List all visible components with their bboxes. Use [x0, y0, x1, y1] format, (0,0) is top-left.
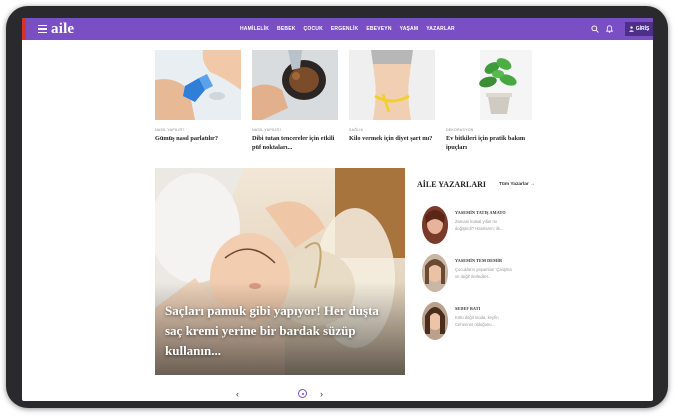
- header-icons: [591, 18, 613, 40]
- avatar[interactable]: [422, 302, 448, 340]
- author-excerpt: Kötü değil moda, keyfin: [455, 315, 499, 320]
- hero-title[interactable]: Saçları pamuk gibi yapıyor! Her duşta sa…: [165, 301, 397, 361]
- author-item[interactable]: YASEMİN TATIŞ AMATO Zamanı kutsal yıllar…: [422, 206, 542, 246]
- author-item[interactable]: YASEMİN TEM DEMİR Çocukların yaşamları '…: [422, 254, 542, 294]
- sidebar-heading: AİLE YAZARLARI: [417, 180, 486, 189]
- brand[interactable]: aile: [38, 18, 74, 40]
- article-card[interactable]: DEKORASYON Ev bitkileri için pratik bakı…: [446, 50, 532, 152]
- nav-item-yazarlar[interactable]: YAZARLAR: [426, 26, 455, 32]
- nav-item-cocuk[interactable]: ÇOCUK: [304, 26, 323, 32]
- article-title[interactable]: Dibi tutan tencereler için etkili püf no…: [252, 134, 338, 152]
- article-category: NASIL YAPILIR?: [155, 128, 185, 132]
- author-name[interactable]: SEDEF BATI: [455, 306, 480, 311]
- article-thumbnail[interactable]: [349, 50, 435, 120]
- red-edge-strip: [22, 18, 26, 40]
- browser-screen: aile HAMİLELİK BEBEK ÇOCUK ERGENLİK EBEV…: [22, 18, 653, 401]
- slider-pager: ‹ ›: [232, 388, 332, 400]
- article-card[interactable]: NASIL YAPILIR? Gümüş nasıl parlatılır?: [155, 50, 241, 143]
- nav-item-yasam[interactable]: YAŞAM: [400, 26, 419, 32]
- login-label: GİRİŞ: [635, 26, 650, 32]
- author-name[interactable]: YASEMİN TATIŞ AMATO: [455, 210, 506, 215]
- article-title[interactable]: Gümüş nasıl parlatılır?: [155, 134, 241, 143]
- article-thumbnail[interactable]: [446, 50, 532, 120]
- hero-article[interactable]: Saçları pamuk gibi yapıyor! Her duşta sa…: [155, 168, 405, 375]
- top-navigation-bar: aile HAMİLELİK BEBEK ÇOCUK ERGENLİK EBEV…: [22, 18, 653, 40]
- login-button[interactable]: GİRİŞ: [625, 22, 653, 36]
- author-excerpt: Cehennet olduğunu...: [455, 322, 496, 327]
- article-category: NASIL YAPILIR?: [252, 128, 282, 132]
- all-authors-link[interactable]: Tüm Yazarlar →: [499, 182, 535, 187]
- author-excerpt: Çocukların yaşamları 'Çalışma: [455, 267, 512, 272]
- article-title[interactable]: Kilo vermek için diyet şart mı?: [349, 134, 435, 143]
- next-arrow-icon[interactable]: ›: [320, 388, 323, 400]
- author-excerpt: Zamanı kutsal yıllar mı: [455, 219, 498, 224]
- article-thumbnail[interactable]: [155, 50, 241, 120]
- site-logo[interactable]: aile: [51, 21, 74, 38]
- nav-item-hamilelik[interactable]: HAMİLELİK: [240, 26, 269, 32]
- nav-item-ergenlik[interactable]: ERGENLİK: [331, 26, 358, 32]
- avatar[interactable]: [422, 254, 448, 292]
- article-card[interactable]: NASIL YAPILIR? Dibi tutan tencereler içi…: [252, 50, 338, 152]
- pager-dot-active[interactable]: [298, 389, 307, 398]
- article-category: SAĞLIK: [349, 128, 364, 132]
- author-excerpt: ve değil' ilerlediler...: [455, 274, 492, 279]
- bell-icon[interactable]: [606, 25, 613, 33]
- article-thumbnail[interactable]: [252, 50, 338, 120]
- menu-icon[interactable]: [38, 24, 47, 34]
- author-name[interactable]: YASEMİN TEM DEMİR: [455, 258, 502, 263]
- author-excerpt: değiştirdi? Hatırlarım; ilk...: [455, 226, 504, 231]
- article-category: DEKORASYON: [446, 128, 474, 132]
- author-item[interactable]: SEDEF BATI Kötü değil moda, keyfin Cehen…: [422, 302, 542, 342]
- article-card[interactable]: SAĞLIK Kilo vermek için diyet şart mı?: [349, 50, 435, 143]
- avatar[interactable]: [422, 206, 448, 244]
- nav-item-ebeveyn[interactable]: EBEVEYN: [366, 26, 391, 32]
- main-nav: HAMİLELİK BEBEK ÇOCUK ERGENLİK EBEVEYN Y…: [240, 18, 455, 40]
- user-icon: [628, 26, 634, 32]
- article-title[interactable]: Ev bitkileri için pratik bakım ipuçları: [446, 134, 532, 152]
- nav-item-bebek[interactable]: BEBEK: [277, 26, 296, 32]
- previous-arrow-icon[interactable]: ‹: [236, 388, 239, 400]
- search-icon[interactable]: [591, 25, 599, 33]
